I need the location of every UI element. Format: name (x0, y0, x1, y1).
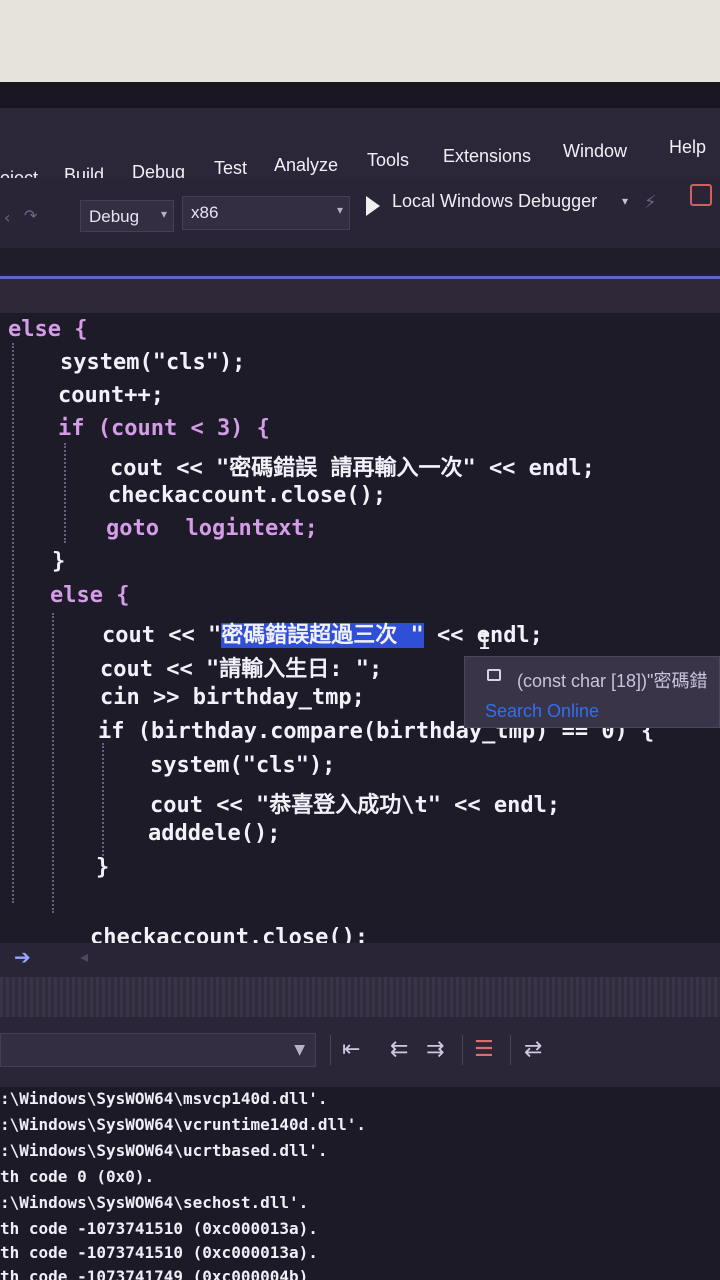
output-window[interactable]: :\Windows\SysWOW64\msvcp140d.dll'. :\Win… (0, 1087, 720, 1280)
panel-splitter[interactable] (0, 977, 720, 1017)
code-line: system("cls"); (150, 753, 336, 778)
chevron-down-icon: ▾ (336, 203, 343, 217)
code-editor[interactable]: else { system("cls"); count++; if (count… (0, 313, 720, 950)
keyword-else: else { (8, 317, 88, 342)
code-line: count++; (58, 383, 164, 408)
browse-icon[interactable] (690, 184, 712, 206)
clear-all-icon[interactable]: ☰ (474, 1037, 494, 1062)
indent-guide (102, 743, 104, 863)
menu-window[interactable]: Window (563, 141, 627, 162)
chevron-down-icon[interactable]: ▾ (622, 194, 628, 208)
code-line: system("cls"); (60, 350, 246, 375)
output-toolbar: ▼ ⇤ ⇇ ⇉ ☰ ⇄ (0, 1017, 720, 1087)
arrow-right-icon[interactable]: ➔ (14, 945, 31, 969)
previous-message-icon[interactable]: ⇇ (390, 1037, 408, 1062)
scroll-left-icon[interactable]: ◂ (80, 947, 88, 966)
standard-toolbar: ‹ ↷ Debug ▾ x86 ▾ (0, 178, 720, 248)
output-source-dropdown[interactable]: ▼ (0, 1033, 316, 1067)
code-prefix: cout << " (102, 623, 222, 648)
code-line: cout << "密碼錯誤 請再輸入一次" << endl; (110, 456, 595, 481)
configuration-value: Debug (89, 207, 140, 226)
platform-dropdown[interactable]: x86 ▾ (182, 196, 350, 230)
search-online-link[interactable]: Search Online (485, 701, 599, 722)
code-line: if (count < 3) { (58, 416, 270, 441)
menu-test[interactable]: Test (214, 158, 247, 179)
indent-guide (12, 343, 14, 903)
if-statement: if (count < 3) { (58, 416, 270, 441)
code-line: adddele(); (148, 821, 281, 846)
output-line: th code -1073741510 (0xc000013a). (0, 1219, 318, 1238)
visual-studio-window: oject Build Debug Test Analyze Tools Ext… (0, 108, 720, 1280)
output-line: :\Windows\SysWOW64\sechost.dll'. (0, 1193, 309, 1212)
platform-value: x86 (191, 203, 219, 222)
text-cursor-ibeam-icon: I (478, 630, 492, 655)
code-line: else { (8, 317, 87, 342)
code-line-goto: goto logintext; (106, 516, 318, 541)
code-line: cout << "密碼錯誤超過三次 " << endl; (102, 617, 543, 649)
menu-tools[interactable]: Tools (367, 150, 409, 171)
code-line: cout << "恭喜登入成功\t" << endl; (150, 793, 561, 818)
back-nav-icon[interactable]: ‹ (4, 208, 10, 227)
selected-text[interactable]: 密碼錯誤超過三次 " (221, 623, 424, 648)
menu-bar: oject Build Debug Test Analyze Tools Ext… (0, 108, 720, 188)
local-windows-debugger-button[interactable]: Local Windows Debugger (392, 191, 597, 212)
code-line: } (96, 855, 110, 880)
toolbar-separator (510, 1035, 511, 1065)
hot-reload-icon[interactable]: ⚡ (644, 192, 657, 213)
menu-help[interactable]: Help (669, 137, 706, 158)
output-line: :\Windows\SysWOW64\ucrtbased.dll'. (0, 1141, 328, 1160)
output-line: th code -1073741510 (0xc000013a). (0, 1243, 318, 1262)
find-message-icon[interactable]: ⇤ (342, 1037, 360, 1062)
quick-info-tooltip: (const char [18])"密碼錯 Search Online (464, 656, 720, 728)
toolbar-separator (462, 1035, 463, 1065)
output-line: th code -1073741749 (0xc000004b) (0, 1267, 309, 1280)
output-line: :\Windows\SysWOW64\msvcp140d.dll'. (0, 1089, 328, 1108)
code-line: checkaccount.close(); (108, 483, 387, 508)
word-wrap-icon[interactable]: ⇄ (524, 1037, 542, 1062)
indent-guide (64, 443, 66, 543)
menu-extensions[interactable]: Extensions (443, 146, 531, 167)
toolbar-separator (330, 1035, 331, 1065)
redo-icon[interactable]: ↷ (24, 206, 37, 225)
code-line: cin >> birthday_tmp; (100, 685, 365, 710)
configuration-dropdown[interactable]: Debug ▾ (80, 200, 174, 232)
start-debugging-play-icon[interactable] (366, 196, 380, 216)
code-line-else: else { (50, 583, 130, 608)
output-line: th code 0 (0x0). (0, 1167, 155, 1186)
chevron-down-icon: ▼ (294, 1042, 305, 1058)
editor-navigation-strip: ➔ ◂ (0, 943, 720, 977)
document-tab-strip (0, 279, 720, 313)
menu-analyze[interactable]: Analyze (274, 155, 338, 176)
indent-guide (52, 613, 54, 913)
code-line: } (52, 549, 66, 574)
next-message-icon[interactable]: ⇉ (426, 1037, 444, 1062)
constant-icon (487, 669, 501, 681)
code-line: cout << "請輸入生日: "; (100, 657, 383, 682)
tooltip-type-text: (const char [18])"密碼錯 (517, 671, 708, 691)
chevron-down-icon: ▾ (160, 207, 167, 221)
output-line: :\Windows\SysWOW64\vcruntime140d.dll'. (0, 1115, 367, 1134)
